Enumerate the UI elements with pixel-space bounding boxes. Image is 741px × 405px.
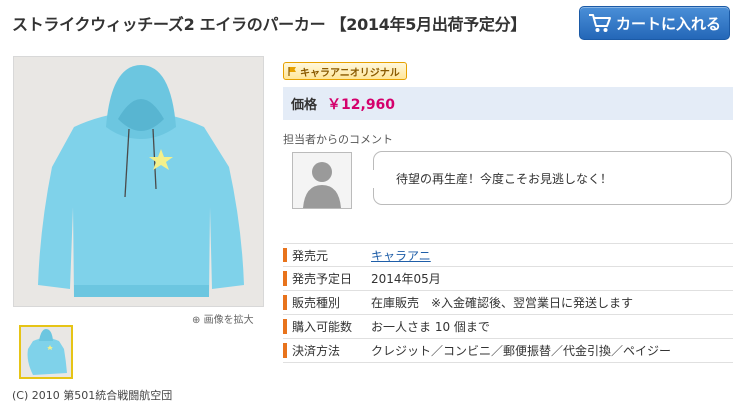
info-value: 在庫販売 ※入金確認後、翌営業日に発送します	[371, 296, 634, 310]
price-value: ￥12,960	[327, 96, 396, 113]
info-key: 決済方法	[283, 339, 371, 362]
product-main-image[interactable]	[13, 56, 264, 307]
shopping-cart-icon	[589, 14, 611, 32]
copyright-text: (C) 2010 第501統合戦闘航空団	[12, 389, 173, 402]
product-info-table: 発売元 キャラアニ 発売予定日 2014年05月 販売種別 在庫販売 ※入金確認…	[283, 243, 733, 363]
add-to-cart-button[interactable]: カートに入れる	[579, 6, 730, 40]
info-row-purchase-limit: 購入可能数 お一人さま 10 個まで	[283, 315, 733, 339]
info-row-payment-methods: 決済方法 クレジット／コンビニ／郵便振替／代金引換／ペイジー	[283, 339, 733, 363]
info-row-publisher: 発売元 キャラアニ	[283, 243, 733, 267]
comment-text: 待望の再生産！今度こそお見逃しなく！	[396, 171, 613, 186]
info-row-release-date: 発売予定日 2014年05月	[283, 267, 733, 291]
info-row-sales-type: 販売種別 在庫販売 ※入金確認後、翌営業日に発送します	[283, 291, 733, 315]
zoom-plus-icon: ⊕	[192, 315, 201, 326]
info-value: お一人さま 10 個まで	[371, 320, 490, 334]
info-value: 2014年05月	[371, 272, 441, 286]
add-to-cart-label: カートに入れる	[616, 14, 722, 33]
staff-comment-label: 担当者からのコメント	[283, 133, 393, 146]
info-key: 購入可能数	[283, 315, 371, 338]
price-box: 価格 ￥12,960	[283, 87, 733, 120]
product-title: ストライクウィッチーズ2 エイラのパーカー 【2014年5月出荷予定分】	[12, 15, 527, 34]
badge-label: キャラアニオリジナル	[300, 67, 400, 79]
price-label: 価格	[291, 98, 318, 113]
speech-bubble-tail-cover	[372, 170, 376, 188]
product-thumbnail[interactable]	[19, 325, 73, 379]
info-value: クレジット／コンビニ／郵便振替／代金引換／ペイジー	[371, 344, 672, 358]
publisher-link[interactable]: キャラアニ	[371, 247, 431, 264]
person-icon	[293, 153, 351, 208]
original-badge: キャラアニオリジナル	[283, 62, 407, 80]
info-key: 発売予定日	[283, 267, 371, 290]
zoom-label: 画像を拡大	[203, 315, 254, 326]
info-key: 発売元	[283, 244, 371, 266]
comment-bubble: 待望の再生産！今度こそお見逃しなく！	[373, 151, 732, 205]
staff-avatar	[292, 152, 352, 209]
flag-icon	[288, 66, 296, 76]
zoom-image-link[interactable]: ⊕ 画像を拡大	[192, 311, 254, 326]
info-key: 販売種別	[283, 291, 371, 314]
